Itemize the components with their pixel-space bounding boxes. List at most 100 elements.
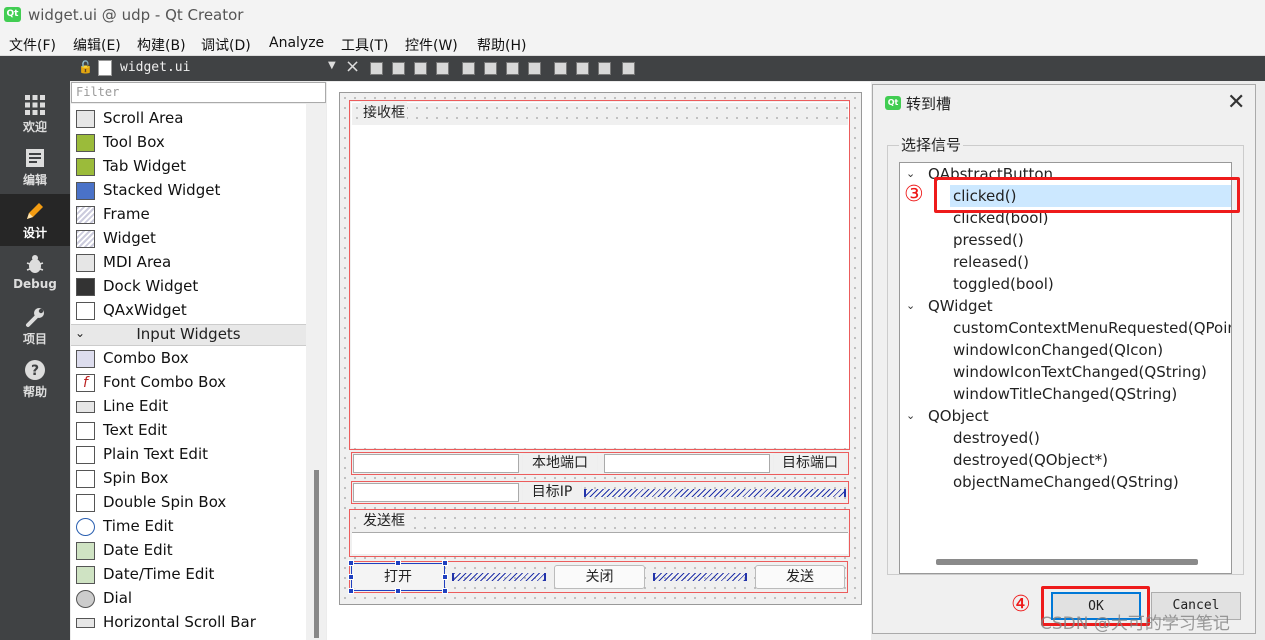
send-text-edit[interactable] [352,532,848,554]
tree-class-qwidget[interactable]: QWidget [928,297,993,315]
annotation-box-clicked [934,177,1240,213]
menu-edit[interactable]: 编辑(E) [73,35,121,55]
mode-projects[interactable]: 项目 [0,300,70,352]
target-port-input[interactable] [604,454,770,473]
mode-design[interactable]: 设计 [0,194,70,246]
bug-icon [26,255,44,273]
widget-icon [76,230,95,248]
signal-destroyed[interactable]: destroyed() [953,429,1040,447]
widget-date-edit[interactable]: Date Edit [71,539,306,563]
widget-time-edit[interactable]: Time Edit [71,515,306,539]
signal-window-title-changed[interactable]: windowTitleChanged(QString) [953,385,1177,403]
mode-label: 设计 [22,226,47,240]
mode-debug[interactable]: Debug [0,247,70,299]
menu-build[interactable]: 构建(B) [137,35,186,55]
widget-spin-box[interactable]: Spin Box [71,467,306,491]
resize-handle[interactable] [395,560,401,566]
close-file-icon[interactable]: × [345,56,360,77]
widget-text-edit[interactable]: Text Edit [71,419,306,443]
target-ip-input[interactable] [353,483,519,502]
widget-qaxwidget[interactable]: QAxWidget [71,299,306,323]
widget-tool-box[interactable]: Tool Box [71,131,306,155]
widget-frame[interactable]: Frame [71,203,306,227]
menu-widgets[interactable]: 控件(W) [405,35,458,55]
scrollbar-thumb[interactable] [314,470,319,638]
splitter-horizontal-icon[interactable] [506,62,519,75]
mode-label: 欢迎 [22,120,47,134]
layout-vertical-icon[interactable] [484,62,497,75]
send-button[interactable]: 发送 [755,565,845,589]
mode-welcome[interactable]: 欢迎 [0,88,70,140]
combo-box-icon [76,350,95,368]
font-combo-box-icon: f [76,374,95,392]
chevron-down-icon[interactable]: ▼ [328,60,336,71]
signal-object-name-changed[interactable]: objectNameChanged(QString) [953,473,1179,491]
resize-handle[interactable] [395,588,401,594]
splitter-vertical-icon[interactable] [528,62,541,75]
signal-destroyed-object[interactable]: destroyed(QObject*) [953,451,1108,469]
stacked-widget-icon [76,182,95,200]
local-port-input[interactable] [353,454,519,473]
category-input-widgets[interactable]: ⌄ Input Widgets [71,324,306,346]
edit-tab-order-icon[interactable] [436,62,449,75]
close-icon[interactable]: ✕ [1227,90,1245,115]
signal-pressed[interactable]: pressed() [953,231,1024,249]
widget-dial[interactable]: Dial [71,587,306,611]
resize-handle[interactable] [348,574,354,580]
widget-font-combo-box[interactable]: f Font Combo Box [71,371,306,395]
horizontal-spacer[interactable] [452,573,546,581]
layout-horizontal-icon[interactable] [462,62,475,75]
receive-text-edit[interactable] [351,102,849,448]
signal-window-icon-text-changed[interactable]: windowIconTextChanged(QString) [953,363,1207,381]
menu-analyze[interactable]: Analyze [269,35,324,51]
widget-date-time-edit[interactable]: Date/Time Edit [71,563,306,587]
editor-toolbar: 🔓 widget.ui ▼ × [70,56,1265,81]
edit-signals-icon[interactable] [392,62,405,75]
menu-help[interactable]: 帮助(H) [477,35,526,55]
tree-horizontal-scrollbar[interactable] [936,559,1198,565]
signal-released[interactable]: released() [953,253,1029,271]
widget-dock-widget[interactable]: Dock Widget [71,275,306,299]
widget-horizontal-scroll-bar[interactable]: Horizontal Scroll Bar [71,611,306,635]
edit-buddies-icon[interactable] [414,62,427,75]
signal-custom-context-menu[interactable]: customContextMenuRequested(QPoint [953,319,1231,337]
widget-tab-widget[interactable]: Tab Widget [71,155,306,179]
signal-window-icon-changed[interactable]: windowIconChanged(QIcon) [953,341,1163,359]
mode-edit[interactable]: 编辑 [0,141,70,193]
widget-double-spin-box[interactable]: Double Spin Box [71,491,306,515]
mode-help[interactable]: ? 帮助 [0,353,70,405]
resize-handle[interactable] [442,588,448,594]
widget-widget[interactable]: Widget [71,227,306,251]
widget-stacked-widget[interactable]: Stacked Widget [71,179,306,203]
mode-label: 编辑 [22,173,47,187]
chevron-down-icon[interactable]: ⌄ [906,299,915,312]
tree-class-qobject[interactable]: QObject [928,407,989,425]
break-layout-icon[interactable] [598,62,611,75]
widget-mdi-area[interactable]: MDI Area [71,251,306,275]
resize-handle[interactable] [348,560,354,566]
resize-handle[interactable] [442,574,448,580]
menu-tools[interactable]: 工具(T) [341,35,388,55]
widget-plain-text-edit[interactable]: Plain Text Edit [71,443,306,467]
horizontal-spacer[interactable] [653,573,747,581]
chevron-down-icon[interactable]: ⌄ [906,409,915,422]
signal-tree[interactable]: ⌄ QAbstractButton clicked() clicked(bool… [899,162,1232,574]
edit-widgets-icon[interactable] [370,62,383,75]
widget-line-edit[interactable]: Line Edit [71,395,306,419]
menu-file[interactable]: 文件(F) [9,35,56,55]
filter-input[interactable]: Filter [71,82,326,103]
layout-form-icon[interactable] [554,62,567,75]
menu-debug[interactable]: 调试(D) [201,35,251,55]
signal-toggled[interactable]: toggled(bool) [953,275,1054,293]
widget-scroll-area[interactable]: Scroll Area [71,107,306,131]
horizontal-spacer[interactable] [584,489,846,497]
layout-grid-icon[interactable] [576,62,589,75]
adjust-size-icon[interactable] [622,62,635,75]
resize-handle[interactable] [442,560,448,566]
chevron-down-icon[interactable]: ⌄ [906,167,915,180]
close-button[interactable]: 关闭 [554,565,645,589]
file-name[interactable]: widget.ui [120,60,190,75]
resize-handle[interactable] [348,588,354,594]
widget-combo-box[interactable]: Combo Box [71,347,306,371]
plain-text-edit-icon [76,446,95,464]
